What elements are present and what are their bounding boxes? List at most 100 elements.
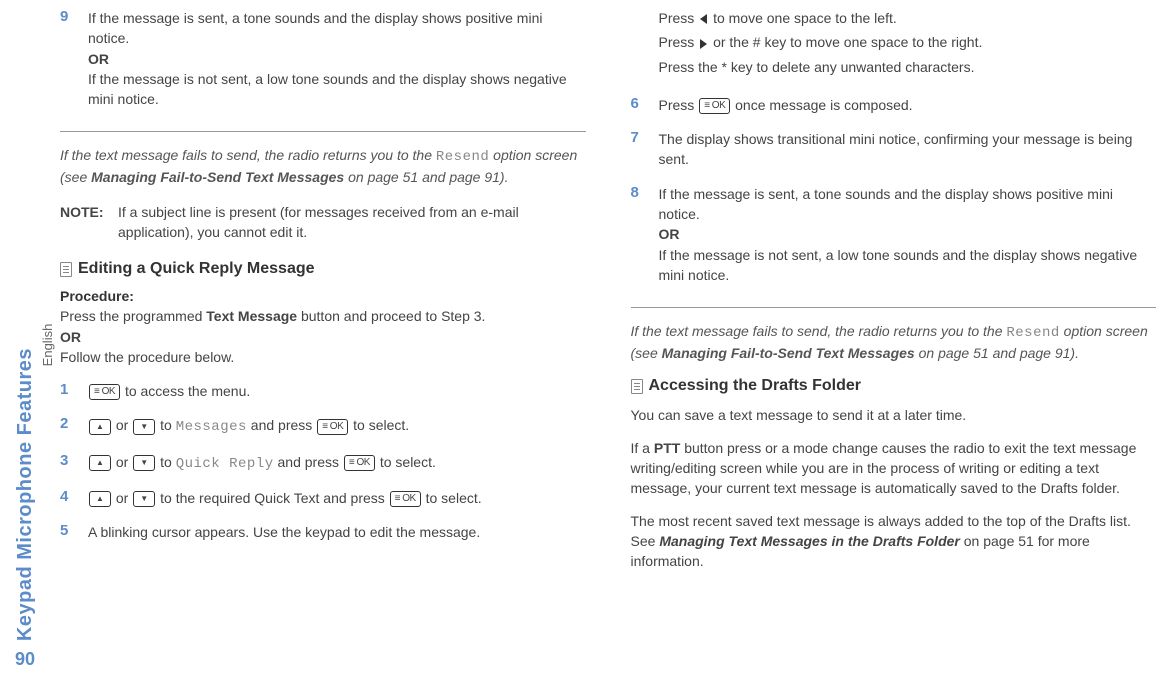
paragraph: If a PTT button press or a mode change c… bbox=[631, 438, 1157, 499]
left-arrow-icon bbox=[700, 14, 707, 24]
down-key-icon bbox=[133, 455, 155, 471]
spacer bbox=[631, 8, 659, 77]
step-number: 6 bbox=[631, 95, 659, 115]
down-key-icon bbox=[133, 419, 155, 435]
divider bbox=[631, 307, 1157, 308]
text: to bbox=[156, 454, 175, 470]
text: and press bbox=[274, 454, 343, 470]
text: Press bbox=[659, 97, 699, 113]
step-7: 7 The display shows transitional mini no… bbox=[631, 129, 1157, 170]
step-2: 2 or to Messages and press ≡ OK to selec… bbox=[60, 415, 586, 437]
cross-ref: Managing Fail-to-Send Text Messages bbox=[91, 169, 344, 185]
step-number: 7 bbox=[631, 129, 659, 170]
text: to the required Quick Text and press bbox=[156, 490, 388, 506]
up-key-icon bbox=[89, 455, 111, 471]
cross-ref: Managing Fail-to-Send Text Messages bbox=[662, 345, 915, 361]
paragraph: You can save a text message to send it a… bbox=[631, 405, 1157, 425]
step-body: or to Messages and press ≡ OK to select. bbox=[88, 415, 586, 437]
step-number: 4 bbox=[60, 488, 88, 508]
text: on page 51 and page 91). bbox=[915, 345, 1079, 361]
right-column: Press to move one space to the left. Pre… bbox=[631, 8, 1157, 682]
page-number: 90 bbox=[15, 649, 35, 670]
text: or the # key to move one space to the ri… bbox=[709, 34, 982, 50]
text: button press or a mode change causes the… bbox=[631, 440, 1137, 497]
step-number: 8 bbox=[631, 184, 659, 285]
code-text: Resend bbox=[436, 149, 489, 165]
sidebar: Keypad Microphone Features English 90 bbox=[0, 0, 50, 690]
ok-key-icon: ≡ OK bbox=[344, 455, 375, 471]
text: to select. bbox=[422, 490, 482, 506]
text: to bbox=[156, 417, 175, 433]
cross-ref: Managing Text Messages in the Drafts Fol… bbox=[659, 533, 960, 549]
text: If the message is sent, a tone sounds an… bbox=[659, 186, 1113, 222]
fail-to-send-note: If the text message fails to send, the r… bbox=[631, 322, 1157, 363]
document-icon bbox=[631, 379, 643, 394]
or-label: OR bbox=[659, 226, 680, 242]
text: to select. bbox=[376, 454, 436, 470]
text: Follow the procedure below. bbox=[60, 349, 234, 365]
text: If the message is not sent, a low tone s… bbox=[659, 247, 1138, 283]
text: If the text message fails to send, the r… bbox=[60, 147, 436, 163]
step-8: 8 If the message is sent, a tone sounds … bbox=[631, 184, 1157, 285]
note-label: NOTE: bbox=[60, 202, 118, 243]
left-column: 9 If the message is sent, a tone sounds … bbox=[60, 8, 586, 682]
ok-key-icon: ≡ OK bbox=[89, 384, 120, 400]
ok-key-icon: ≡ OK bbox=[699, 98, 730, 114]
step-body: The display shows transitional mini noti… bbox=[659, 129, 1157, 170]
step-body: or to Quick Reply and press ≡ OK to sele… bbox=[88, 452, 586, 474]
fail-to-send-note: If the text message fails to send, the r… bbox=[60, 146, 586, 187]
step-number: 3 bbox=[60, 452, 88, 474]
heading-text: Accessing the Drafts Folder bbox=[649, 377, 862, 395]
step-5: 5 A blinking cursor appears. Use the key… bbox=[60, 522, 586, 542]
step-number: 1 bbox=[60, 381, 88, 401]
language-label: English bbox=[40, 324, 55, 367]
text: or bbox=[112, 454, 132, 470]
step-number: 5 bbox=[60, 522, 88, 542]
page-content: 9 If the message is sent, a tone sounds … bbox=[60, 8, 1156, 682]
down-key-icon bbox=[133, 491, 155, 507]
step-body: ≡ OK to access the menu. bbox=[88, 381, 586, 401]
step-body: Press ≡ OK once message is composed. bbox=[659, 95, 1157, 115]
right-arrow-icon bbox=[700, 39, 707, 49]
text: or bbox=[112, 490, 132, 506]
text: to select. bbox=[349, 417, 409, 433]
text: If the message is not sent, a low tone s… bbox=[88, 71, 567, 107]
note-block: NOTE: If a subject line is present (for … bbox=[60, 202, 586, 243]
heading-text: Editing a Quick Reply Message bbox=[78, 260, 315, 278]
divider bbox=[60, 131, 586, 132]
document-icon bbox=[60, 262, 72, 277]
step-body: If the message is sent, a tone sounds an… bbox=[88, 8, 586, 109]
note-text: If a subject line is present (for messag… bbox=[118, 202, 586, 243]
step-body: Press to move one space to the left. Pre… bbox=[659, 8, 1157, 77]
text: If a bbox=[631, 440, 654, 456]
text: If the message is sent, a tone sounds an… bbox=[88, 10, 542, 46]
text: Press bbox=[659, 10, 699, 26]
text: to access the menu. bbox=[121, 383, 250, 399]
button-name: Text Message bbox=[206, 308, 297, 324]
ok-key-icon: ≡ OK bbox=[317, 419, 348, 435]
section-heading-drafts-folder: Accessing the Drafts Folder bbox=[631, 377, 1157, 395]
button-name: PTT bbox=[654, 440, 680, 456]
section-heading-editing-quick-reply: Editing a Quick Reply Message bbox=[60, 260, 586, 278]
step-6: 6 Press ≡ OK once message is composed. bbox=[631, 95, 1157, 115]
text: to move one space to the left. bbox=[709, 10, 897, 26]
step-number: 2 bbox=[60, 415, 88, 437]
text: If the text message fails to send, the r… bbox=[631, 323, 1007, 339]
step-4: 4 or to the required Quick Text and pres… bbox=[60, 488, 586, 508]
step-3: 3 or to Quick Reply and press ≡ OK to se… bbox=[60, 452, 586, 474]
ok-key-icon: ≡ OK bbox=[390, 491, 421, 507]
step-1: 1 ≡ OK to access the menu. bbox=[60, 381, 586, 401]
step-number: 9 bbox=[60, 8, 88, 109]
step-body: or to the required Quick Text and press … bbox=[88, 488, 586, 508]
or-label: OR bbox=[88, 51, 109, 67]
procedure-intro: Press the programmed Text Message button… bbox=[60, 306, 586, 367]
text: or bbox=[112, 417, 132, 433]
up-key-icon bbox=[89, 491, 111, 507]
step-9: 9 If the message is sent, a tone sounds … bbox=[60, 8, 586, 109]
code-text: Quick Reply bbox=[176, 456, 274, 472]
text: once message is composed. bbox=[731, 97, 912, 113]
paragraph: The most recent saved text message is al… bbox=[631, 511, 1157, 572]
text: on page 51 and page 91). bbox=[344, 169, 508, 185]
step-body: A blinking cursor appears. Use the keypa… bbox=[88, 522, 586, 542]
text: Press bbox=[659, 34, 699, 50]
